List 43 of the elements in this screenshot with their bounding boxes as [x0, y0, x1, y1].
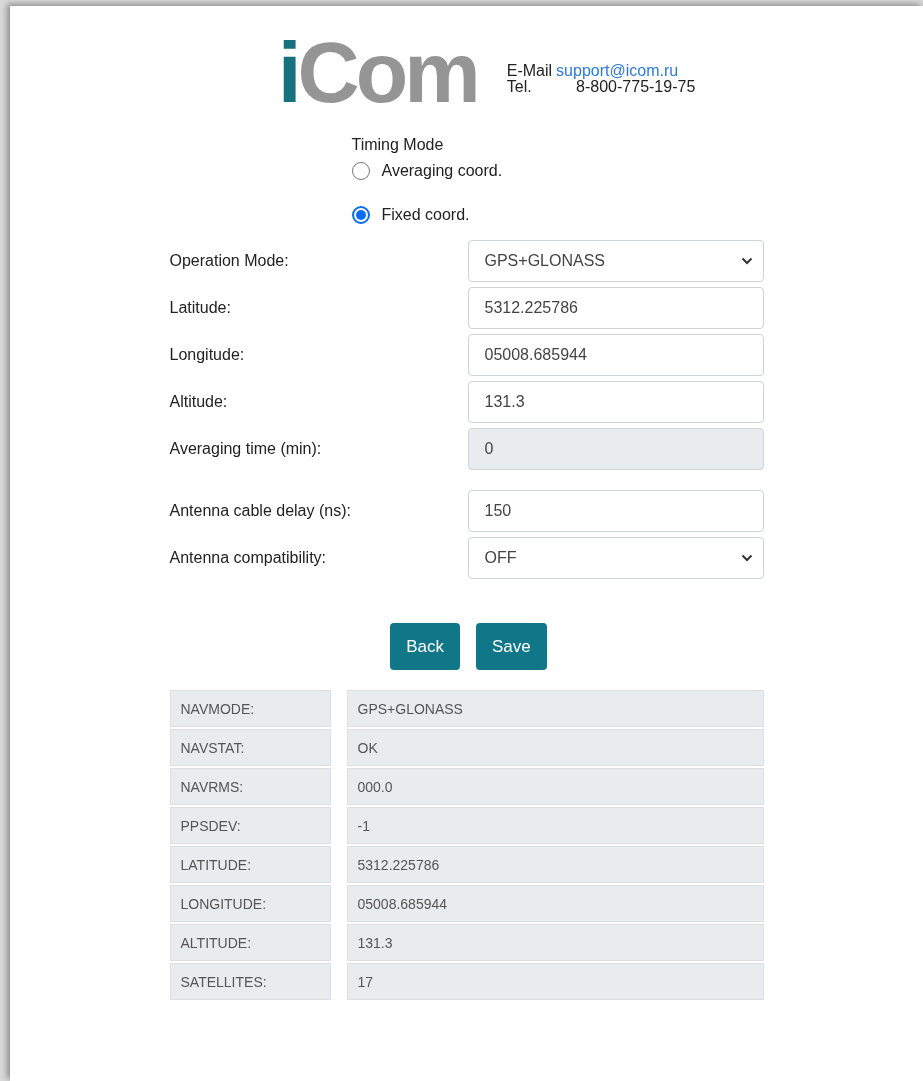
input-field[interactable]: 150 [467, 490, 764, 532]
field-label: Operation Mode: [169, 252, 289, 270]
field-label: Antenna compatibility: [169, 549, 327, 567]
field-label: Altitude: [169, 393, 228, 411]
field-label: Antenna cable delay (ns): [169, 502, 351, 520]
chevron-down-icon [740, 257, 753, 265]
status-name-cell: LATITUDE: [169, 846, 331, 883]
status-name-cell: NAVRMS: [169, 768, 331, 805]
field-label: Averaging time (min): [169, 440, 322, 458]
status-name-cell: SATELLITES: [169, 963, 331, 1000]
status-value-cell: GPS+GLONASS [346, 690, 764, 727]
status-value-cell: 131.3 [346, 924, 764, 961]
email-link[interactable]: support@icom.ru [556, 63, 696, 79]
input-field[interactable]: 5312.225786 [467, 287, 764, 329]
save-button[interactable]: Save [476, 623, 547, 670]
status-value-cell: 000.0 [346, 768, 764, 805]
input-field[interactable]: 05008.685944 [467, 334, 764, 376]
contact-label: E-Mail [506, 63, 553, 79]
status-value-cell: -1 [346, 807, 764, 844]
radio-button[interactable] [351, 162, 370, 180]
field-label: Latitude: [169, 299, 231, 317]
contact-label: Tel. [506, 79, 533, 95]
dropdown[interactable]: OFF [467, 537, 764, 579]
status-name-cell: NAVMODE: [169, 690, 331, 727]
status-value-cell: OK [346, 729, 764, 766]
field-label: Longitude: [169, 346, 245, 364]
input-field[interactable]: 131.3 [467, 381, 764, 423]
status-name-cell: NAVSTAT: [169, 729, 331, 766]
dropdown[interactable]: GPS+GLONASS [467, 240, 764, 282]
status-name-cell: LONGITUDE: [169, 885, 331, 922]
status-value-cell: 17 [346, 963, 764, 1000]
status-name-cell: ALTITUDE: [169, 924, 331, 961]
radio-label[interactable]: Fixed coord. [381, 206, 470, 224]
status-value-cell: 5312.225786 [346, 846, 764, 883]
radio-button[interactable] [351, 206, 370, 224]
status-name-cell: PPSDEV: [169, 807, 331, 844]
timing-mode-title: Timing Mode [351, 136, 445, 154]
logo: iCom [277, 32, 477, 112]
back-button[interactable]: Back [390, 623, 460, 670]
phone-number: 8-800-775-19-75 [576, 79, 696, 95]
status-value-cell: 05008.685944 [346, 885, 764, 922]
radio-label[interactable]: Averaging coord. [381, 162, 503, 180]
chevron-down-icon [740, 554, 753, 562]
